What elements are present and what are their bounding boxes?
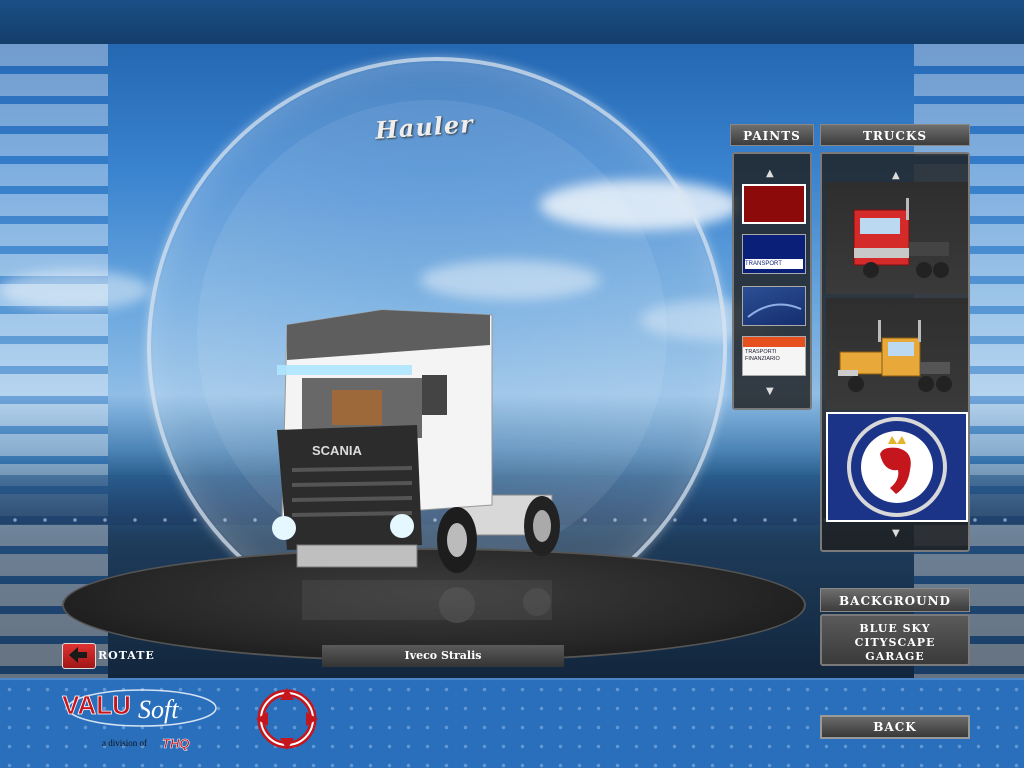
truck-slot-scania[interactable] [826, 412, 968, 522]
headlight-right [390, 514, 414, 538]
rotate-label: ROTATE [98, 649, 155, 662]
truck-model[interactable]: SCANIA [262, 290, 572, 630]
paint-swatch-blue[interactable]: TRANSPORT [742, 234, 806, 274]
paint-swatch-red[interactable] [742, 184, 806, 224]
paints-scroll-down[interactable]: ▼ [766, 386, 774, 397]
top-bar [0, 0, 1024, 44]
trucks-panel: ▲ ▼ [820, 152, 970, 552]
truck-slot-yellow-conventional[interactable] [826, 298, 968, 410]
background-option-blue-sky[interactable]: BLUE SKY [822, 622, 968, 635]
trucks-header: TRUCKS [820, 124, 970, 146]
grille-brand: SCANIA [312, 443, 362, 458]
rotate-button[interactable] [62, 643, 96, 669]
current-truck-name: Iveco Stralis [322, 645, 564, 667]
paint-swatch-white-text: TRASPORTI FINANZIARIO [745, 349, 780, 362]
svg-text:a division of: a division of [102, 738, 147, 748]
paint-swatch-white[interactable]: TRASPORTI FINANZIARIO [742, 336, 806, 376]
trucks-scroll-up[interactable]: ▲ [892, 170, 900, 181]
paint-swatch-navy[interactable] [742, 286, 806, 326]
paints-header: PAINTS [730, 124, 814, 146]
light-bar [277, 365, 412, 375]
background-option-cityscape[interactable]: CITYSCAPE [822, 636, 968, 649]
svg-text:VALU: VALU [62, 690, 131, 720]
background-options: BLUE SKY CITYSCAPE GARAGE [820, 614, 970, 666]
paints-scroll-up[interactable]: ▲ [766, 168, 774, 179]
svg-text:Soft: Soft [138, 695, 179, 724]
trucks-scroll-down[interactable]: ▼ [892, 528, 900, 539]
circle-emblem-icon [256, 688, 318, 750]
truck-reflection [302, 580, 552, 623]
headlight-left [272, 516, 296, 540]
paint-swatch-blue-text: TRANSPORT [745, 259, 803, 269]
svg-text:THQ: THQ [162, 736, 189, 751]
valusoft-logo: VALU Soft a division of THQ [62, 684, 222, 754]
cloud [0, 270, 150, 310]
background-option-garage[interactable]: GARAGE [822, 650, 968, 663]
paints-panel: ▲ TRANSPORT TRASPORTI FINANZIARIO ▼ [732, 152, 812, 410]
background-header: BACKGROUND [820, 588, 970, 612]
bumper [296, 544, 418, 568]
emblem-logo [252, 686, 322, 752]
left-arrow-icon [69, 647, 87, 663]
back-button[interactable]: BACK [820, 715, 970, 739]
truck-slot-red-cabover[interactable] [826, 182, 968, 294]
